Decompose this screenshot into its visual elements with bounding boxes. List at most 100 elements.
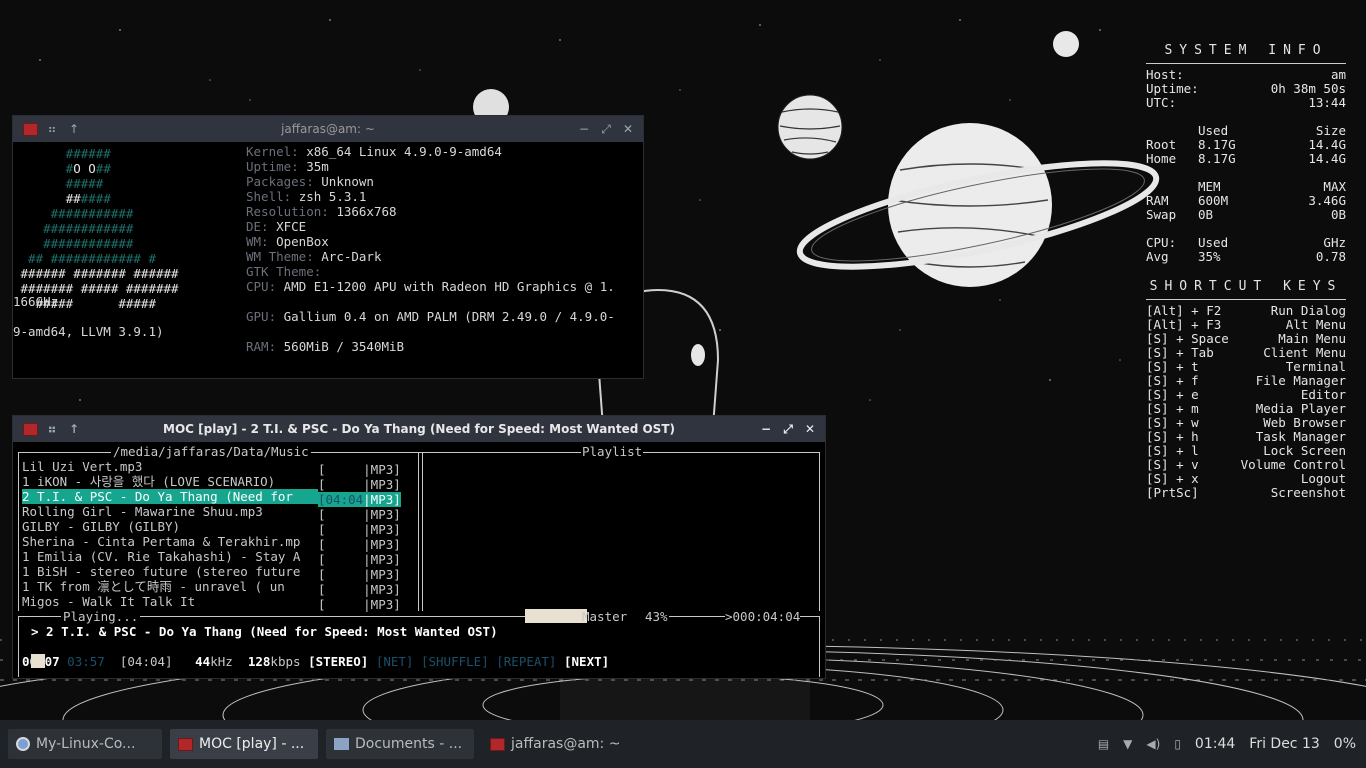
shortcut-key: [S] + v bbox=[1146, 457, 1199, 472]
task-moc[interactable]: MOC [play] - ... bbox=[170, 729, 318, 759]
maximize-icon[interactable]: ⤢ bbox=[777, 419, 799, 439]
file-list-item[interactable]: 1 TK from 凛として時雨 - unravel ( un[ |MP3] bbox=[22, 579, 401, 597]
folder-icon bbox=[334, 738, 349, 750]
info-value: 35m bbox=[306, 159, 329, 174]
shortcut-action: Media Player bbox=[1255, 401, 1346, 416]
file-name: 1 BiSH - stereo future (stereo future bbox=[22, 564, 301, 579]
file-name: 1 TK from 凛として時雨 - unravel ( un bbox=[22, 579, 285, 594]
info-value: 166GHz bbox=[13, 294, 59, 309]
net-flag: [NET] bbox=[375, 654, 414, 669]
shortcut-action: Editor bbox=[1300, 387, 1346, 402]
info-key: RAM: bbox=[246, 339, 277, 354]
shortcut-key: [S] + h bbox=[1146, 429, 1199, 444]
shortcut-key: [Alt] + F2 bbox=[1146, 303, 1222, 318]
info-key: GTK Theme: bbox=[246, 264, 322, 279]
moc-window[interactable]: ⠶ ↑ MOC [play] - 2 T.I. & PSC - Do Ya Th… bbox=[13, 416, 825, 678]
stereo-flag: [STEREO] bbox=[308, 654, 369, 669]
moc-titlebar[interactable]: ⠶ ↑ MOC [play] - 2 T.I. & PSC - Do Ya Th… bbox=[13, 416, 825, 442]
shortcut-action: Main Menu bbox=[1278, 331, 1346, 346]
shortcut-row: [S] + l Lock Screen bbox=[1146, 444, 1346, 458]
file-list: Lil Uzi Vert.mp3[ |MP3] 1 iKON - 사랑을 했다 (… bbox=[22, 459, 401, 612]
maximize-icon[interactable]: ⤢ bbox=[595, 119, 617, 139]
info-value: 560MiB / 3540MiB bbox=[283, 339, 405, 354]
file-list-item[interactable]: Rolling Girl - Mawarine Shuu.mp3[ |MP3] bbox=[22, 504, 401, 522]
info-line: Shell: zsh 5.3.1 bbox=[246, 189, 615, 204]
root-disk-row: Root 8.17G 14.4G bbox=[1146, 137, 1346, 152]
info-value: Gallium 0.4 on AMD PALM (DRM 2.49.0 / 4.… bbox=[283, 309, 615, 324]
shade-up-icon[interactable]: ↑ bbox=[63, 119, 85, 139]
shortcut-row: [Alt] + F2 Run Dialog bbox=[1146, 304, 1346, 318]
battery-icon[interactable]: ▯ bbox=[1174, 737, 1181, 751]
date[interactable]: Fri Dec 13 bbox=[1249, 736, 1320, 752]
file-name: GILBY - GILBY (GILBY) bbox=[22, 519, 181, 534]
volume-icon[interactable]: ◀) bbox=[1146, 737, 1160, 751]
terminal-icon bbox=[490, 737, 505, 751]
info-value: OpenBox bbox=[276, 234, 329, 249]
shortcut-key: [S] + m bbox=[1146, 401, 1199, 416]
network-icon[interactable]: ▼ bbox=[1123, 737, 1132, 751]
file-list-item[interactable]: 1 BiSH - stereo future (stereo future[ |… bbox=[22, 564, 401, 582]
app-menu-icon[interactable] bbox=[19, 119, 41, 139]
file-list-item[interactable]: Lil Uzi Vert.mp3[ |MP3] bbox=[22, 459, 401, 477]
info-line: RAM: 560MiB / 3540MiB bbox=[246, 339, 615, 354]
info-line: CPU: AMD E1-1200 APU with Radeon HD Grap… bbox=[246, 279, 615, 294]
status-text: Playing... bbox=[61, 609, 141, 624]
terminal-icon bbox=[178, 737, 193, 751]
time-left: 03:57 bbox=[67, 654, 105, 669]
info-line: 166GHz bbox=[13, 294, 615, 309]
task-terminal[interactable]: jaffaras@am: ~ bbox=[482, 729, 630, 759]
shortcut-row: [S] + w Web Browser bbox=[1146, 416, 1346, 430]
battery-percent[interactable]: 0% bbox=[1334, 736, 1356, 752]
file-list-item[interactable]: 1 iKON - 사랑을 했다 (LOVE SCENARIO)[ |MP3] bbox=[22, 474, 401, 492]
close-icon[interactable]: ✕ bbox=[799, 419, 821, 439]
mem-header: MEM MAX bbox=[1198, 179, 1346, 194]
disk-header: Used Size bbox=[1198, 123, 1346, 138]
file-name: Rolling Girl - Mawarine Shuu.mp3 bbox=[22, 504, 263, 519]
file-name: Lil Uzi Vert.mp3 bbox=[22, 459, 143, 474]
info-value: AMD E1-1200 APU with Radeon HD Graphics … bbox=[283, 279, 615, 294]
swap-row: Swap 0B 0B bbox=[1146, 207, 1346, 222]
info-line: GPU: Gallium 0.4 on AMD PALM (DRM 2.49.0… bbox=[246, 309, 615, 324]
clock[interactable]: 01:44 bbox=[1195, 736, 1235, 752]
terminal-titlebar[interactable]: ⠶ ↑ jaffaras@am: ~ − ⤢ ✕ bbox=[13, 116, 643, 142]
desktop-pin-icon[interactable]: ⠶ bbox=[41, 119, 63, 139]
task-browser[interactable]: My-Linux-Co... bbox=[8, 729, 162, 759]
file-list-item[interactable]: 1 Emilia (CV. Rie Takahashi) - Stay A[ |… bbox=[22, 549, 401, 567]
shortcut-row: [S] + t Terminal bbox=[1146, 360, 1346, 374]
shortcut-action: Web Browser bbox=[1263, 415, 1346, 430]
distro-logo: ###### #O O## ##### ###### ########### #… bbox=[13, 146, 179, 311]
file-list-item[interactable]: Sherina - Cinta Pertama & Terakhir.mp[ |… bbox=[22, 534, 401, 552]
app-menu-icon[interactable] bbox=[19, 419, 41, 439]
volume-percent: 43% bbox=[645, 609, 668, 624]
sample-rate-unit: kHz bbox=[210, 654, 233, 669]
shortcut-action: Logout bbox=[1300, 471, 1346, 486]
utc-row: UTC: 13:44 bbox=[1146, 95, 1346, 110]
file-format: |MP3] bbox=[363, 597, 401, 612]
shortcut-action: Alt Menu bbox=[1285, 317, 1346, 332]
file-list-item[interactable]: GILBY - GILBY (GILBY)[ |MP3] bbox=[22, 519, 401, 537]
file-name: Sherina - Cinta Pertama & Terakhir.mp bbox=[22, 534, 301, 549]
close-icon[interactable]: ✕ bbox=[617, 119, 639, 139]
task-documents[interactable]: Documents - ... bbox=[326, 729, 474, 759]
shortcut-action: Terminal bbox=[1285, 359, 1346, 374]
info-line: Resolution: 1366x768 bbox=[246, 204, 615, 219]
info-key: WM: bbox=[246, 234, 269, 249]
terminal-cursor bbox=[31, 654, 45, 668]
desktop-pin-icon[interactable]: ⠶ bbox=[41, 419, 63, 439]
bitrate: 128 bbox=[247, 654, 271, 669]
minimize-icon[interactable]: − bbox=[573, 119, 595, 139]
clipboard-icon[interactable]: ▤ bbox=[1098, 737, 1109, 751]
uptime-row: Uptime: 0h 38m 50s bbox=[1146, 81, 1346, 96]
minimize-icon[interactable]: − bbox=[755, 419, 777, 439]
info-value: x86_64 Linux 4.9.0-9-amd64 bbox=[306, 144, 502, 159]
info-line: GTK Theme: bbox=[246, 264, 615, 279]
info-value: XFCE bbox=[276, 219, 307, 234]
info-key: Shell: bbox=[246, 189, 292, 204]
info-value: 9-amd64, LLVM 3.9.1) bbox=[13, 324, 164, 339]
info-key: GPU: bbox=[246, 309, 277, 324]
shortcut-key: [PrtSc] bbox=[1146, 485, 1199, 500]
file-list-item[interactable]: Migos - Walk It Talk It [ |MP3] bbox=[22, 594, 401, 612]
file-list-item[interactable]: 2 T.I. & PSC - Do Ya Thang (Need for [04… bbox=[22, 489, 401, 507]
terminal-window[interactable]: ⠶ ↑ jaffaras@am: ~ − ⤢ ✕ ###### #O O## #… bbox=[13, 116, 643, 378]
shade-up-icon[interactable]: ↑ bbox=[63, 419, 85, 439]
